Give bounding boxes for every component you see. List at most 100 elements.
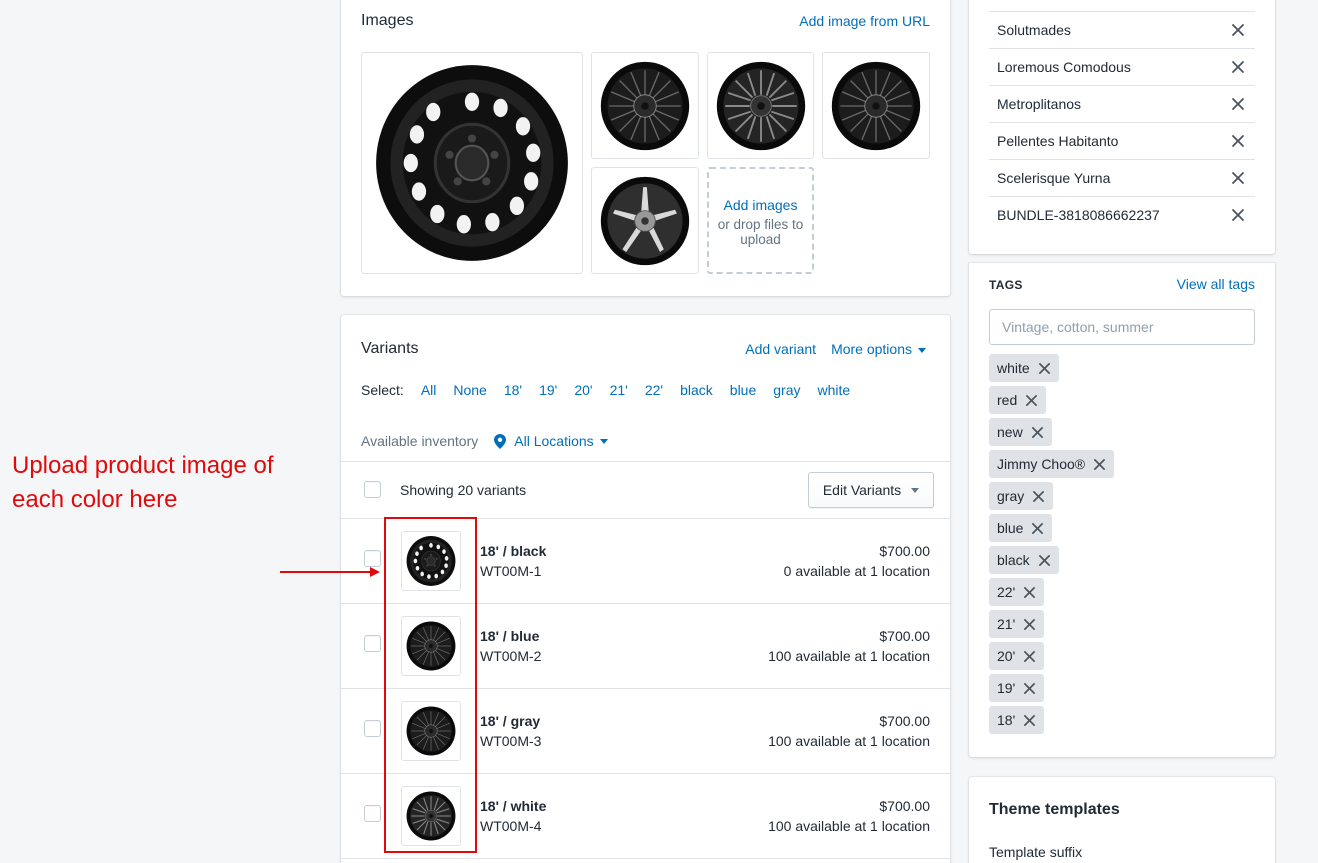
collection-name: Scelerisque Yurna: [997, 170, 1111, 186]
tag-chip: red: [989, 386, 1047, 414]
product-image-thumb[interactable]: [591, 52, 699, 159]
select-option[interactable]: All: [421, 382, 437, 398]
theme-templates-card: Theme templates Template suffix: [969, 777, 1275, 863]
annotation-line: each color here: [12, 486, 178, 513]
variant-select-row: Select: All None 18' 19' 20' 21' 22' bla…: [361, 382, 867, 398]
image-dropzone[interactable]: Add images or drop files to upload: [707, 167, 814, 274]
tag-label: red: [997, 392, 1018, 408]
tag-chip: gray: [989, 482, 1054, 510]
variants-title: Variants: [361, 340, 419, 357]
tag-chip: 21': [989, 610, 1045, 638]
variant-checkbox[interactable]: [364, 635, 381, 652]
variant-checkbox[interactable]: [364, 720, 381, 737]
remove-tag-icon[interactable]: [1038, 362, 1051, 375]
tags-input[interactable]: [989, 309, 1255, 345]
tag-label: Jimmy Choo®: [997, 456, 1086, 472]
tag-chip: 18': [989, 706, 1045, 734]
divider: [341, 461, 950, 462]
remove-icon[interactable]: [1231, 97, 1245, 111]
remove-icon[interactable]: [1231, 171, 1245, 185]
add-image-from-url-link[interactable]: Add image from URL: [799, 13, 930, 29]
tag-chip: 22': [989, 578, 1045, 606]
select-option[interactable]: white: [817, 382, 850, 398]
variant-sku: WT00M-2: [480, 648, 542, 664]
tag-label: new: [997, 424, 1023, 440]
caret-down-icon: [911, 487, 920, 493]
dropzone-hint: or drop files to upload: [717, 217, 804, 247]
main-product-image[interactable]: [361, 52, 583, 274]
remove-tag-icon[interactable]: [1023, 682, 1036, 695]
remove-icon[interactable]: [1231, 23, 1245, 37]
variant-name: 18' / black: [480, 543, 547, 559]
variant-availability: 100 available at 1 location: [768, 648, 930, 664]
variant-sku: WT00M-3: [480, 733, 542, 749]
add-images-link[interactable]: Add images: [709, 197, 812, 213]
wheel-image: [829, 59, 923, 153]
locations-dropdown[interactable]: All Locations: [494, 433, 608, 449]
tag-label: 20': [997, 648, 1016, 664]
variant-price: $700.00: [879, 628, 930, 644]
remove-tag-icon[interactable]: [1023, 586, 1036, 599]
divider: [341, 858, 950, 859]
product-image-thumb[interactable]: [591, 167, 699, 274]
variant-price: $700.00: [879, 798, 930, 814]
edit-variants-button[interactable]: Edit Variants: [808, 472, 934, 508]
select-option[interactable]: None: [453, 382, 486, 398]
theme-templates-title: Theme templates: [989, 801, 1120, 818]
view-all-tags-link[interactable]: View all tags: [1177, 276, 1255, 292]
add-variant-link[interactable]: Add variant: [745, 341, 816, 357]
annotation-highlight-box: [384, 517, 477, 853]
inventory-row: Available inventory All Locations: [361, 433, 608, 449]
select-option[interactable]: 19': [539, 382, 557, 398]
images-title: Images: [361, 12, 414, 29]
tag-label: white: [997, 360, 1030, 376]
annotation-arrow-icon: [280, 567, 380, 577]
remove-tag-icon[interactable]: [1031, 522, 1044, 535]
tag-label: 18': [997, 712, 1016, 728]
select-option[interactable]: 22': [645, 382, 663, 398]
select-option[interactable]: black: [680, 382, 713, 398]
select-option[interactable]: gray: [773, 382, 800, 398]
product-image-thumb[interactable]: [707, 52, 814, 159]
caret-down-icon: [918, 347, 926, 353]
collection-item: Scelerisque Yurna: [989, 159, 1255, 196]
select-all-checkbox[interactable]: [364, 481, 381, 498]
remove-tag-icon[interactable]: [1032, 490, 1045, 503]
collection-item: BUNDLE-3818086662237: [989, 196, 1255, 233]
collection-name: Solutmades: [997, 22, 1071, 38]
remove-tag-icon[interactable]: [1023, 650, 1036, 663]
tags-card: TAGS View all tags white red new Jimmy C…: [969, 263, 1275, 757]
collection-name: Pellentes Habitanto: [997, 133, 1119, 149]
images-card: Images Add image from URL Add images or …: [341, 0, 950, 296]
wheel-image: [598, 59, 692, 153]
wheel-image: [598, 174, 692, 268]
collection-item: Metroplitanos: [989, 85, 1255, 122]
more-options-dropdown[interactable]: More options: [831, 341, 926, 357]
remove-tag-icon[interactable]: [1023, 618, 1036, 631]
remove-tag-icon[interactable]: [1025, 394, 1038, 407]
tag-chip: 19': [989, 674, 1045, 702]
more-options-label: More options: [831, 341, 912, 357]
remove-tag-icon[interactable]: [1038, 554, 1051, 567]
annotation-text: Upload product image of each color here: [12, 449, 274, 517]
select-option[interactable]: blue: [730, 382, 756, 398]
remove-tag-icon[interactable]: [1023, 714, 1036, 727]
variant-checkbox[interactable]: [364, 805, 381, 822]
locations-label: All Locations: [514, 433, 594, 449]
tag-label: blue: [997, 520, 1024, 536]
remove-tag-icon[interactable]: [1093, 458, 1106, 471]
tag-label: 22': [997, 584, 1016, 600]
variant-availability: 100 available at 1 location: [768, 733, 930, 749]
tags-heading: TAGS: [989, 278, 1023, 292]
remove-icon[interactable]: [1231, 60, 1245, 74]
product-image-thumb[interactable]: [822, 52, 930, 159]
remove-tag-icon[interactable]: [1031, 426, 1044, 439]
select-option[interactable]: 18': [504, 382, 522, 398]
variant-availability: 0 available at 1 location: [783, 563, 930, 579]
select-option[interactable]: 20': [574, 382, 592, 398]
tag-chip: black: [989, 546, 1059, 574]
location-pin-icon: [494, 433, 507, 449]
remove-icon[interactable]: [1231, 134, 1245, 148]
remove-icon[interactable]: [1231, 208, 1245, 222]
select-option[interactable]: 21': [610, 382, 628, 398]
